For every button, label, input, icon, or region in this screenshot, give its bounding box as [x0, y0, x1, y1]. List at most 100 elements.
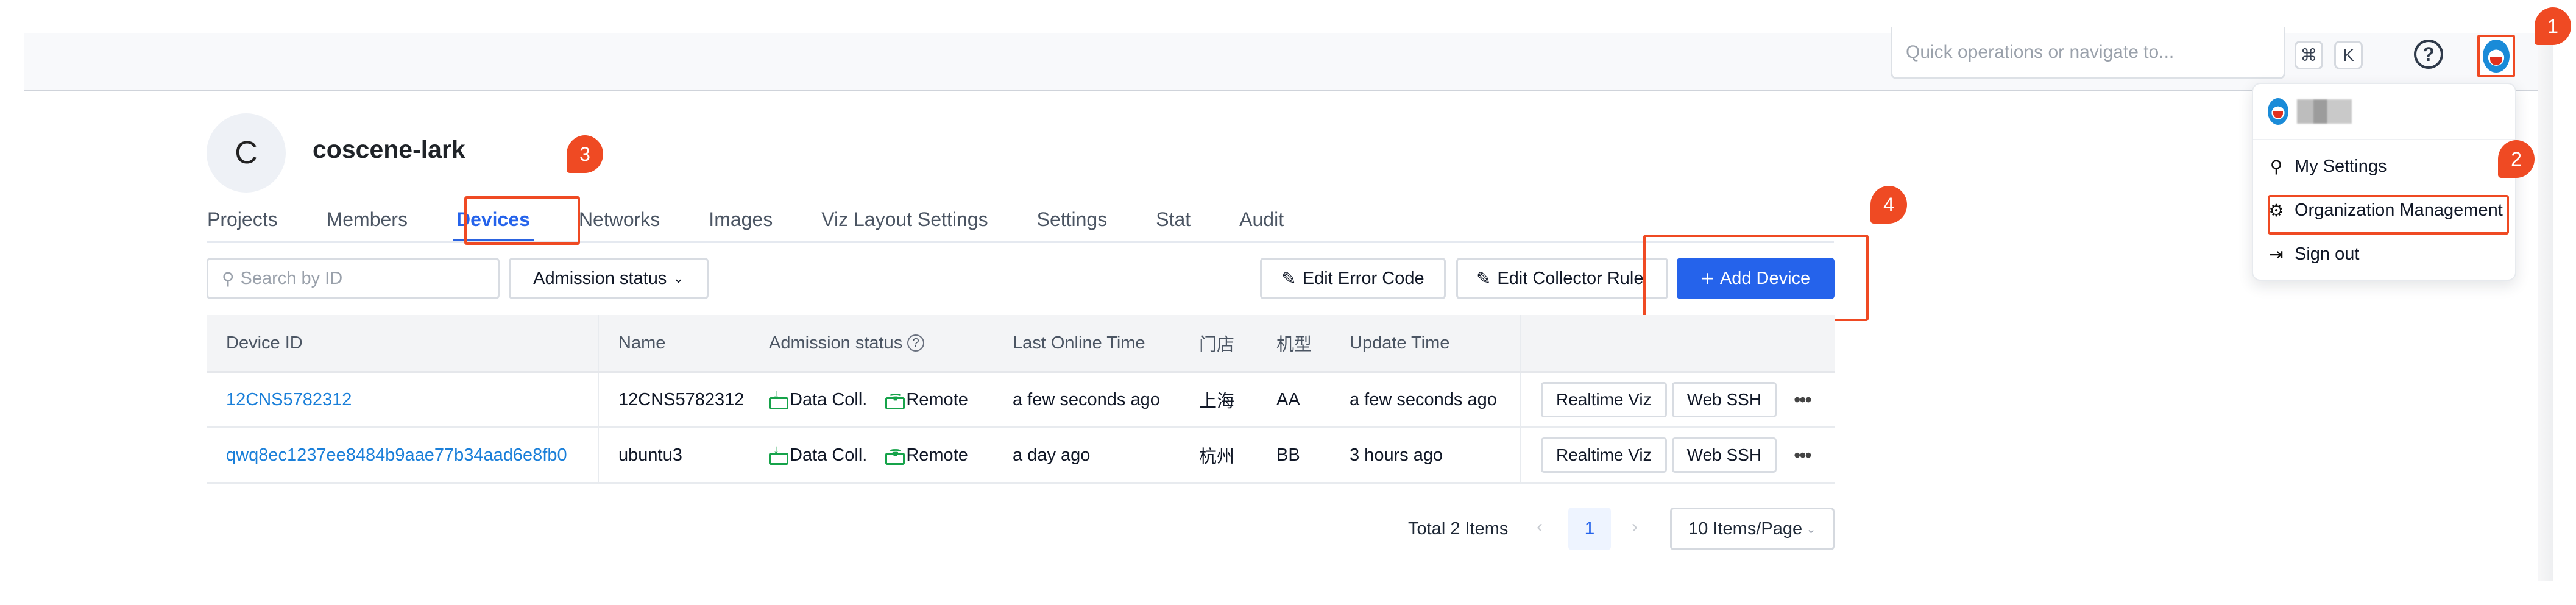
web-ssh-button[interactable]: Web SSH — [1671, 382, 1777, 417]
status-label: Data Coll. — [790, 389, 868, 409]
shortcut-key-k: K — [2334, 41, 2363, 69]
user-icon: ⚲ — [2270, 157, 2283, 176]
blurred-username — [2297, 99, 2352, 124]
column-header-actions — [1520, 315, 1835, 371]
annotation-highlight-add-device — [1643, 235, 1869, 321]
search-icon: ⚲ — [222, 269, 235, 288]
column-header-name[interactable]: Name — [599, 315, 769, 371]
quick-search-input[interactable]: Quick operations or navigate to... — [1891, 27, 2285, 79]
device-id-link[interactable]: 12CNS5782312 — [226, 390, 352, 410]
tab-viz-layout-settings[interactable]: Viz Layout Settings — [821, 196, 988, 242]
menu-item-label: My Settings — [2295, 156, 2387, 176]
update-time: a few seconds ago — [1350, 389, 1497, 409]
tab-audit[interactable]: Audit — [1239, 196, 1284, 242]
device-name: ubuntu3 — [618, 445, 682, 465]
realtime-viz-button[interactable]: Realtime Viz — [1541, 382, 1667, 417]
more-actions-icon[interactable]: ••• — [1794, 444, 1812, 467]
download-device-icon: ↓ — [769, 443, 788, 465]
profile-avatar — [2268, 98, 2288, 125]
annotation-highlight-devices-tab — [464, 196, 580, 245]
more-actions-icon[interactable]: ••• — [1794, 389, 1812, 411]
shortcut-key-cmd: ⌘ — [2295, 41, 2323, 69]
realtime-viz-button[interactable]: Realtime Viz — [1541, 437, 1667, 473]
help-icon[interactable]: ? — [2414, 40, 2443, 69]
web-ssh-button[interactable]: Web SSH — [1671, 437, 1777, 473]
table-header: Device ID Name Admission status ? Last O… — [207, 315, 1835, 373]
edit-error-code-button[interactable]: ✎ Edit Error Code — [1260, 258, 1446, 299]
gear-icon: ⚙ — [2268, 200, 2284, 220]
device-name: 12CNS5782312 — [618, 389, 745, 409]
column-header-update-time[interactable]: Update Time — [1350, 315, 1520, 371]
column-header-model[interactable]: 机型 — [1276, 315, 1350, 371]
page-button-current[interactable]: 1 — [1568, 508, 1611, 550]
tabs-divider — [207, 241, 1834, 243]
status-remote: ᯤ Remote — [885, 390, 968, 410]
org-tabs: Projects Members Devices Networks Images… — [207, 196, 1332, 242]
tab-images[interactable]: Images — [709, 196, 773, 242]
annotation-bubble-1: 1 — [2535, 7, 2571, 45]
status-label: Data Coll. — [790, 445, 868, 465]
column-header-last-online[interactable]: Last Online Time — [1013, 315, 1199, 371]
menu-divider — [2253, 139, 2515, 140]
column-header-admission-status[interactable]: Admission status ? — [769, 315, 1013, 371]
page-edge-shadow — [2538, 33, 2553, 581]
admission-status-filter[interactable]: Admission status ⌄ — [509, 258, 709, 299]
wifi-device-icon: ᯤ — [885, 390, 905, 409]
device-id-link[interactable]: qwq8ec1237ee8484b9aae77b34aad6e8fb0 — [226, 445, 567, 465]
chevron-right-icon[interactable]: › — [1632, 517, 1638, 537]
update-time: 3 hours ago — [1350, 445, 1443, 465]
filter-label: Admission status — [533, 268, 667, 288]
tab-members[interactable]: Members — [327, 196, 408, 242]
user-menu-profile — [2268, 91, 2352, 132]
menu-item-organization-management[interactable]: ⚙ Organization Management — [2268, 196, 2503, 224]
annotation-bubble-4: 4 — [1870, 186, 1907, 224]
chevron-down-icon: ⌄ — [673, 271, 684, 286]
device-search-input[interactable]: ⚲ Search by ID — [207, 258, 500, 299]
status-remote: ᯤ Remote — [885, 445, 968, 465]
table-row: qwq8ec1237ee8484b9aae77b34aad6e8fb0 ubun… — [207, 428, 1835, 484]
wifi-device-icon: ᯤ — [885, 445, 905, 465]
avatar-image — [2483, 40, 2510, 73]
annotation-bubble-2: 2 — [2498, 140, 2535, 178]
quick-search-placeholder: Quick operations or navigate to... — [1906, 41, 2174, 62]
chevron-down-icon: ⌄ — [1806, 522, 1816, 536]
search-placeholder: Search by ID — [240, 268, 343, 288]
org-avatar: C — [207, 113, 286, 193]
store: 上海 — [1199, 392, 1235, 411]
chevron-left-icon[interactable]: ‹ — [1537, 517, 1543, 537]
status-data-collection: ↓ Data Coll. — [769, 387, 868, 410]
last-online: a few seconds ago — [1013, 389, 1160, 409]
model: AA — [1276, 389, 1300, 409]
status-label: Remote — [906, 389, 968, 409]
button-label: Edit Collector Rule — [1497, 268, 1644, 288]
model: BB — [1276, 445, 1300, 465]
column-header-store[interactable]: 门店 — [1199, 315, 1276, 371]
button-label: Edit Error Code — [1302, 268, 1424, 288]
sign-out-icon: ⇥ — [2269, 244, 2284, 264]
status-data-collection: ↓ Data Coll. — [769, 443, 868, 465]
tab-settings[interactable]: Settings — [1037, 196, 1108, 242]
tab-networks[interactable]: Networks — [579, 196, 660, 242]
column-label: Admission status — [769, 333, 903, 353]
user-avatar-button[interactable] — [2477, 35, 2515, 77]
table-row: 12CNS5782312 12CNS5782312 ↓ Data Coll. ᯤR… — [207, 373, 1835, 428]
devices-table: Device ID Name Admission status ? Last O… — [207, 315, 1835, 484]
menu-item-label: Organization Management — [2295, 200, 2503, 220]
column-header-device-id[interactable]: Device ID — [207, 315, 599, 371]
help-circle-icon[interactable]: ? — [907, 334, 925, 352]
annotation-bubble-3: 3 — [567, 135, 603, 173]
store: 杭州 — [1199, 447, 1235, 467]
menu-item-my-settings[interactable]: ⚲ My Settings — [2268, 152, 2387, 180]
edit-collector-rule-button[interactable]: ✎ Edit Collector Rule — [1456, 258, 1668, 299]
tab-stat[interactable]: Stat — [1156, 196, 1191, 242]
menu-item-label: Sign out — [2295, 244, 2360, 264]
page-size-label: 10 Items/Page — [1688, 518, 1803, 539]
menu-item-sign-out[interactable]: ⇥ Sign out — [2268, 240, 2359, 268]
download-device-icon: ↓ — [769, 387, 788, 409]
org-name: coscene-lark — [313, 135, 465, 163]
total-items: Total 2 Items — [1408, 519, 1509, 539]
status-label: Remote — [906, 445, 968, 465]
pencil-icon: ✎ — [1476, 269, 1491, 289]
tab-projects[interactable]: Projects — [207, 196, 278, 242]
page-size-select[interactable]: 10 Items/Page ⌄ — [1670, 508, 1835, 550]
